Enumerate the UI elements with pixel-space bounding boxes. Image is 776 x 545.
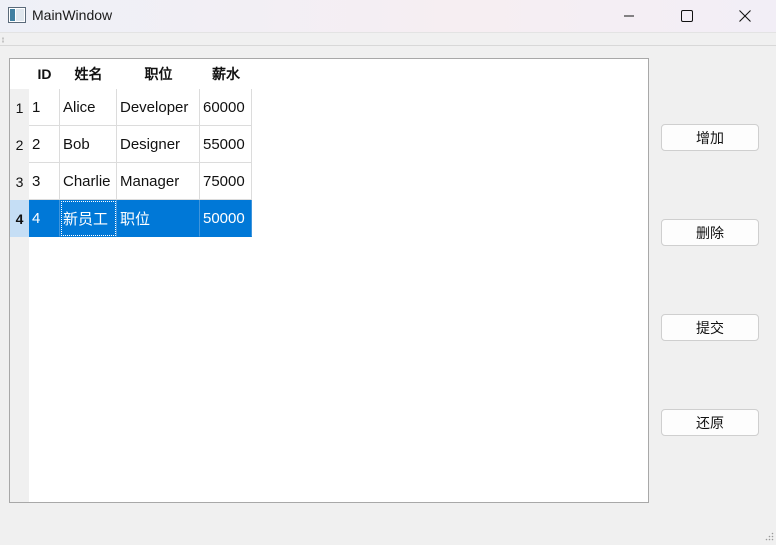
cell-id[interactable]: 1 <box>29 89 60 126</box>
window-app-icon <box>8 7 26 23</box>
table-corner-button[interactable] <box>10 59 29 89</box>
cell-name[interactable]: 新员工 <box>60 200 117 237</box>
row-header-1[interactable]: 1 <box>10 89 29 126</box>
column-header-position[interactable]: 职位 <box>117 59 200 89</box>
table-row[interactable]: 3 Charlie Manager 75000 <box>29 163 252 200</box>
column-header-salary[interactable]: 薪水 <box>200 59 252 89</box>
column-header-name[interactable]: 姓名 <box>60 59 117 89</box>
cell-position[interactable]: Designer <box>117 126 200 163</box>
cell-salary[interactable]: 75000 <box>200 163 252 200</box>
cell-name[interactable]: Charlie <box>60 163 117 200</box>
column-header-id[interactable]: ID <box>29 59 60 89</box>
cell-name[interactable]: Alice <box>60 89 117 126</box>
resize-grip-icon[interactable] <box>764 526 774 541</box>
window-title: MainWindow <box>32 7 113 23</box>
data-table[interactable]: ID 姓名 职位 薪水 1 2 3 4 1 Alice Developer 60… <box>9 58 649 503</box>
maximize-icon <box>681 10 693 22</box>
cell-id[interactable]: 4 <box>29 200 60 237</box>
maximize-button[interactable] <box>658 0 716 32</box>
cell-position[interactable]: 职位 <box>117 200 200 237</box>
minimize-button[interactable] <box>600 0 658 32</box>
submit-button[interactable]: 提交 <box>661 314 759 341</box>
table-row[interactable]: 2 Bob Designer 55000 <box>29 126 252 163</box>
cell-salary[interactable]: 60000 <box>200 89 252 126</box>
row-header-3[interactable]: 3 <box>10 163 29 200</box>
row-header-2[interactable]: 2 <box>10 126 29 163</box>
cell-name[interactable]: Bob <box>60 126 117 163</box>
cell-position[interactable]: Developer <box>117 89 200 126</box>
table-row[interactable]: 1 Alice Developer 60000 <box>29 89 252 126</box>
close-icon <box>739 10 751 22</box>
row-header-4[interactable]: 4 <box>10 200 29 237</box>
table-row-selected[interactable]: 4 新员工 职位 50000 <box>29 200 252 237</box>
close-button[interactable] <box>716 0 774 32</box>
cell-id[interactable]: 3 <box>29 163 60 200</box>
toolbar-grip-handle[interactable] <box>2 37 4 43</box>
main-window: MainWindow ID 姓名 职位 薪水 1 2 3 4 1 Alice D… <box>0 0 776 541</box>
minimize-icon <box>624 15 634 17</box>
title-bar[interactable]: MainWindow <box>0 0 776 32</box>
cell-salary[interactable]: 55000 <box>200 126 252 163</box>
cell-position[interactable]: Manager <box>117 163 200 200</box>
toolbar-area <box>0 32 776 46</box>
revert-button[interactable]: 还原 <box>661 409 759 436</box>
cell-salary[interactable]: 50000 <box>200 200 252 237</box>
add-button[interactable]: 增加 <box>661 124 759 151</box>
cell-id[interactable]: 2 <box>29 126 60 163</box>
delete-button[interactable]: 删除 <box>661 219 759 246</box>
